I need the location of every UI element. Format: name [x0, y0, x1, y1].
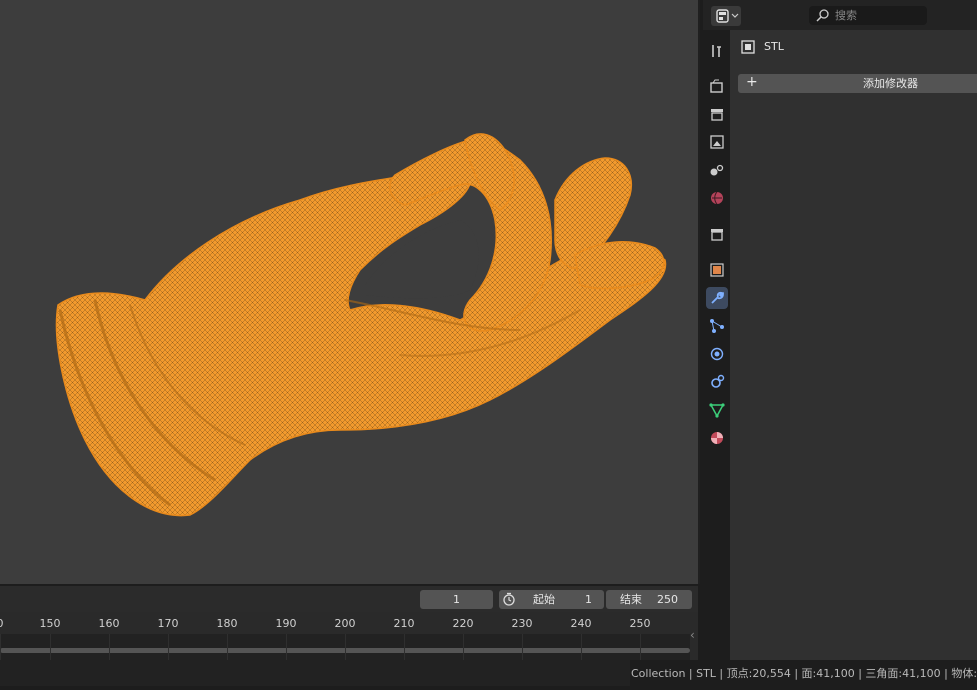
editor-type-button[interactable] — [711, 6, 741, 26]
ruler-tick — [168, 634, 169, 660]
object-icon — [741, 40, 755, 54]
ruler-label: 190 — [275, 617, 297, 630]
timeline-header: 1 起始 1 结束 250 — [0, 586, 698, 612]
tab-output[interactable] — [706, 103, 728, 125]
ruler-label: 0 — [0, 617, 4, 630]
properties-search-input[interactable]: 搜索 — [809, 6, 927, 25]
wrench-icon — [711, 291, 724, 304]
tab-collection[interactable] — [706, 223, 728, 245]
search-icon — [816, 9, 829, 22]
scene-statistics: Collection | STL | 顶点:20,554 | 面:41,100 … — [631, 667, 977, 680]
3d-viewport[interactable] — [0, 0, 700, 584]
ruler-label: 150 — [39, 617, 61, 630]
tab-data[interactable] — [706, 399, 728, 421]
status-bar: Collection | STL | 顶点:20,554 | 面:41,100 … — [0, 660, 977, 690]
clock-icon[interactable] — [499, 590, 519, 609]
hand-mesh[interactable] — [0, 0, 698, 584]
tab-view-layer[interactable] — [706, 131, 728, 153]
search-placeholder: 搜索 — [835, 9, 857, 22]
ruler-tick — [227, 634, 228, 660]
properties-tabs — [703, 30, 730, 660]
ruler-tick — [640, 634, 641, 660]
ruler-tick — [0, 634, 1, 660]
tab-physics[interactable] — [706, 343, 728, 365]
output-icon — [711, 109, 723, 121]
ruler-label: 220 — [452, 617, 474, 630]
constraints-icon — [711, 374, 725, 388]
ruler-tick — [109, 634, 110, 660]
ruler-label: 200 — [334, 617, 356, 630]
object-icon — [710, 263, 724, 277]
start-frame-value: 1 — [585, 593, 592, 606]
ruler-label: 230 — [511, 617, 533, 630]
ruler-tick — [463, 634, 464, 660]
ruler-label: 240 — [570, 617, 592, 630]
tab-object[interactable] — [706, 259, 728, 281]
tool-icon — [712, 45, 721, 57]
physics-icon — [710, 347, 724, 361]
start-frame-field[interactable]: 起始 1 — [519, 590, 604, 609]
mesh-data-icon — [709, 403, 725, 418]
ruler-tick — [581, 634, 582, 660]
collection-icon — [711, 229, 723, 241]
properties-content: STL + 添加修改器 — [730, 30, 977, 660]
render-icon — [710, 79, 723, 93]
ruler-tick — [286, 634, 287, 660]
add-modifier-button[interactable]: + 添加修改器 — [738, 74, 977, 93]
chevron-left-icon[interactable]: ‹ — [690, 628, 695, 642]
tab-tool[interactable] — [706, 40, 728, 62]
object-name: STL — [764, 40, 784, 53]
ruler-label: 210 — [393, 617, 415, 630]
tab-render[interactable] — [706, 75, 728, 97]
tab-particles[interactable] — [706, 315, 728, 337]
end-frame-label: 结束 — [620, 593, 642, 606]
status-left-area — [0, 660, 630, 686]
view-layer-icon — [710, 135, 724, 149]
particles-icon — [710, 319, 724, 333]
world-icon — [711, 191, 723, 205]
tab-scene[interactable] — [706, 159, 728, 181]
ruler-tick — [345, 634, 346, 660]
ruler-tick — [50, 634, 51, 660]
ruler-label: 250 — [629, 617, 651, 630]
ruler-tick — [404, 634, 405, 660]
ruler-label: 170 — [157, 617, 179, 630]
material-icon — [711, 432, 723, 444]
ruler-label: 160 — [98, 617, 120, 630]
plus-icon: + — [746, 74, 758, 90]
tab-modifiers[interactable] — [706, 287, 728, 309]
timeline-area[interactable]: ‹ 0 150 160 170 180 190 200 210 220 230 240 250 — [0, 612, 698, 660]
tab-material[interactable] — [706, 427, 728, 449]
tab-constraints[interactable] — [706, 371, 728, 393]
end-frame-field[interactable]: 结束 250 — [606, 590, 692, 609]
ruler-tick — [522, 634, 523, 660]
scene-icon — [710, 164, 724, 176]
end-frame-value: 250 — [657, 593, 678, 606]
start-frame-label: 起始 — [533, 593, 555, 606]
properties-header: 搜索 — [703, 0, 977, 30]
add-modifier-label: 添加修改器 — [863, 77, 918, 90]
ruler-label: 180 — [216, 617, 238, 630]
current-frame-field[interactable]: 1 — [420, 590, 493, 609]
tab-world[interactable] — [706, 187, 728, 209]
